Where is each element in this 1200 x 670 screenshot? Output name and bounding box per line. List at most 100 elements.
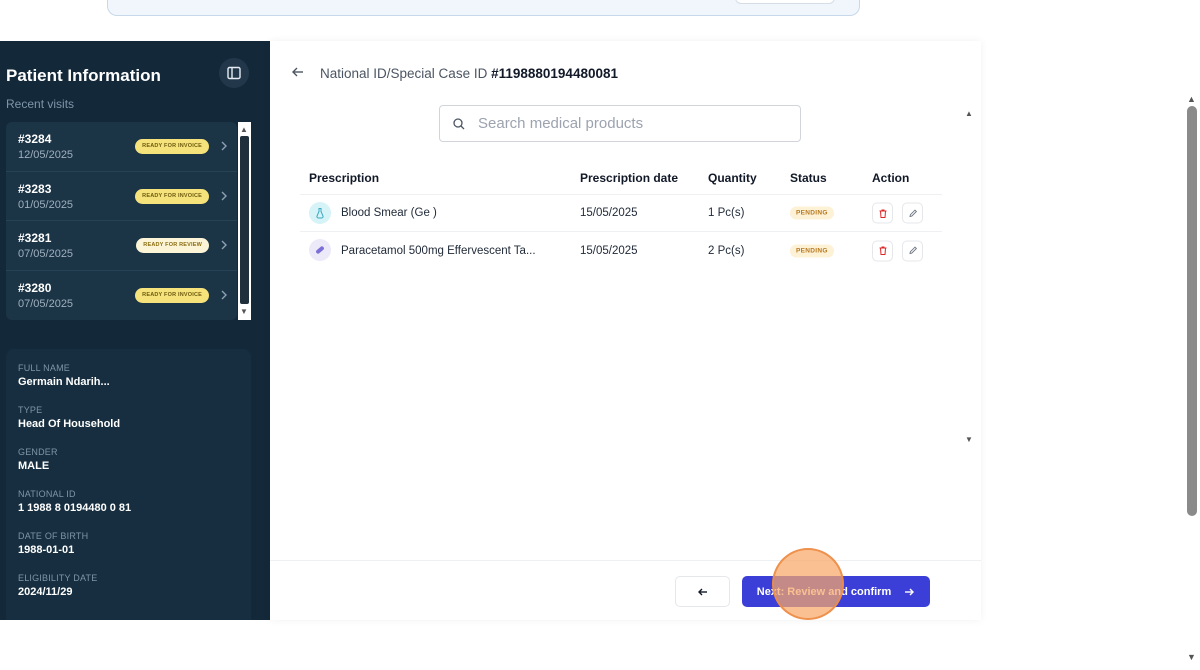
arrow-right-icon — [905, 588, 915, 595]
next-button-label: Next: Review and confirm — [756, 585, 892, 598]
sidebar-toggle-button[interactable] — [219, 58, 249, 88]
table-header: Prescription Prescription date Quantity … — [300, 161, 942, 195]
trash-icon — [879, 209, 886, 218]
column-header: Action — [872, 170, 910, 185]
field-label: ELIGIBILITY DATE — [18, 573, 98, 583]
scrollbar-thumb[interactable] — [240, 136, 249, 304]
field-type: TYPE Head Of Household — [18, 405, 120, 430]
scroll-up-arrow-icon[interactable]: ▲ — [1187, 94, 1196, 104]
table-row[interactable]: Blood Smear (Ge ) 15/05/2025 1 Pc(s) PEN… — [300, 195, 942, 232]
scroll-up-arrow-icon[interactable]: ▲ — [240, 126, 248, 134]
visit-date: 12/05/2025 — [18, 149, 74, 161]
column-header: Quantity — [708, 170, 757, 185]
delete-button[interactable] — [872, 202, 893, 224]
visit-item[interactable]: #3284 12/05/2025 READY FOR INVOICE — [6, 122, 237, 172]
next-review-confirm-button[interactable]: Next: Review and confirm — [742, 576, 930, 607]
scroll-up-arrow-icon[interactable]: ▲ — [965, 109, 973, 118]
flask-icon — [309, 202, 331, 224]
field-value: 2024/11/29 — [18, 586, 73, 598]
case-id-label: National ID/Special Case ID — [320, 66, 488, 81]
back-arrow-icon[interactable] — [290, 64, 306, 80]
case-id-heading: National ID/Special Case ID #11988801944… — [320, 66, 618, 81]
visit-status-badge: READY FOR INVOICE — [135, 287, 209, 303]
chevron-right-icon — [221, 290, 227, 299]
prescription-quantity: 1 Pc(s) — [708, 207, 745, 219]
patient-details-card: FULL NAME Germain Ndarih... TYPE Head Of… — [6, 349, 251, 620]
arrow-left-icon — [697, 588, 707, 595]
visit-id: #3280 — [18, 280, 52, 295]
page: Patient Information Recent visits #3284 … — [0, 0, 1200, 670]
prescription-date: 15/05/2025 — [580, 207, 638, 219]
field-label: FULL NAME — [18, 363, 70, 373]
prescription-panel: National ID/Special Case ID #11988801944… — [270, 41, 981, 620]
visits-scrollbar[interactable]: ▲ ▼ — [238, 122, 251, 320]
field-value: 1988-01-01 — [18, 544, 75, 556]
edit-button[interactable] — [902, 240, 923, 261]
field-value: Germain Ndarih... — [18, 376, 110, 388]
visit-item[interactable]: #3283 01/05/2025 READY FOR INVOICE — [6, 172, 237, 221]
visit-id: #3281 — [18, 231, 52, 245]
field-gender: GENDER MALE — [18, 447, 58, 472]
table-row[interactable]: Paracetamol 500mg Effervescent Ta... 15/… — [300, 232, 942, 269]
visit-item[interactable]: #3280 07/05/2025 READY FOR INVOICE — [6, 271, 237, 321]
column-header: Prescription — [309, 170, 380, 185]
field-label: TYPE — [18, 405, 43, 415]
sidebar-title: Patient Information — [6, 66, 161, 85]
status-badge: PENDING — [790, 206, 834, 220]
delete-button[interactable] — [872, 240, 893, 261]
table-scrollbar[interactable]: ▲ ▼ — [963, 109, 975, 449]
field-value: 1 1988 8 0194480 0 81 — [18, 502, 132, 514]
prescription-table: Prescription Prescription date Quantity … — [300, 161, 942, 269]
previous-button[interactable] — [675, 576, 730, 607]
visit-date: 07/05/2025 — [18, 297, 74, 310]
scroll-down-arrow-icon[interactable]: ▼ — [1187, 652, 1196, 662]
prescription-name: Blood Smear (Ge ) — [341, 207, 437, 219]
top-banner — [107, 0, 860, 16]
patient-sidebar: Patient Information Recent visits #3284 … — [0, 41, 270, 620]
recent-visits-list: #3284 12/05/2025 READY FOR INVOICE #3283… — [6, 122, 237, 320]
pill-icon — [309, 239, 331, 261]
visit-status-badge: READY FOR INVOICE — [135, 188, 209, 204]
prescription-quantity: 2 Pc(s) — [708, 244, 745, 257]
visit-status-badge: READY FOR INVOICE — [135, 139, 209, 154]
visit-item[interactable]: #3281 07/05/2025 READY FOR REVIEW — [6, 221, 237, 271]
chevron-right-icon — [221, 141, 227, 151]
column-header: Status — [790, 170, 827, 185]
visit-status-badge: READY FOR REVIEW — [136, 238, 209, 253]
search-bar[interactable] — [439, 105, 801, 142]
trash-icon — [879, 246, 886, 255]
field-label: DATE OF BIRTH — [18, 531, 89, 541]
search-input[interactable] — [478, 115, 778, 132]
edit-button[interactable] — [902, 202, 923, 224]
field-value: MALE — [18, 460, 50, 472]
recent-visits-label: Recent visits — [6, 97, 75, 111]
scrollbar-thumb[interactable] — [1187, 106, 1197, 516]
field-value: Head Of Household — [18, 418, 121, 430]
field-eligibility-date: ELIGIBILITY DATE 2024/11/29 — [18, 573, 97, 598]
field-national-id: NATIONAL ID 1 1988 8 0194480 0 81 — [18, 489, 131, 514]
field-label: GENDER — [18, 447, 58, 457]
visit-date: 01/05/2025 — [18, 198, 74, 211]
pencil-icon — [908, 246, 917, 255]
case-id-value: #1198880194480081 — [491, 66, 618, 81]
scroll-down-arrow-icon[interactable]: ▼ — [240, 308, 248, 316]
visit-id: #3284 — [18, 132, 52, 146]
status-badge: PENDING — [790, 244, 834, 257]
prescription-name: Paracetamol 500mg Effervescent Ta... — [341, 244, 536, 257]
chevron-right-icon — [221, 240, 227, 250]
search-icon — [453, 117, 465, 129]
visit-date: 07/05/2025 — [18, 248, 74, 260]
visit-id: #3283 — [18, 181, 52, 196]
scroll-down-arrow-icon[interactable]: ▼ — [965, 435, 973, 444]
field-label: NATIONAL ID — [18, 489, 76, 499]
panel-footer: Next: Review and confirm — [270, 560, 981, 620]
sidebar-panel-icon — [227, 66, 241, 80]
pencil-icon — [908, 208, 917, 217]
banner-button-stub[interactable] — [735, 0, 835, 4]
page-scrollbar[interactable]: ▲ ▼ — [1184, 94, 1200, 670]
field-date-of-birth: DATE OF BIRTH 1988-01-01 — [18, 531, 88, 556]
prescription-date: 15/05/2025 — [580, 244, 638, 257]
field-full-name: FULL NAME Germain Ndarih... — [18, 363, 110, 388]
column-header: Prescription date — [580, 170, 679, 185]
chevron-right-icon — [221, 191, 227, 200]
